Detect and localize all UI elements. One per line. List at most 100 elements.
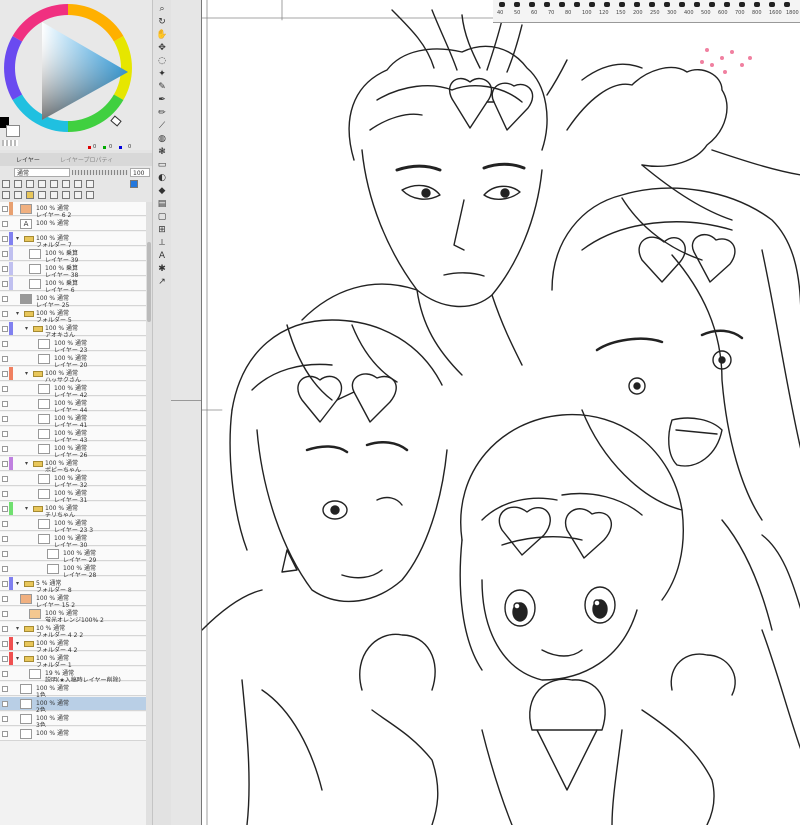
expand-arrow-icon[interactable]: ▾ — [25, 460, 28, 467]
text-icon[interactable]: A — [156, 250, 168, 262]
zoom-icon[interactable]: ⌕ — [156, 3, 168, 15]
color-wheel[interactable] — [0, 0, 152, 150]
ruler-number[interactable]: 80 — [565, 10, 571, 16]
ruler-number[interactable]: 700 — [735, 10, 745, 16]
expand-arrow-icon[interactable]: ▾ — [25, 325, 28, 332]
layer-folder-row[interactable]: ▾ 5 % 通常 フォルダー 8 — [0, 577, 146, 594]
visibility-icon[interactable] — [2, 730, 8, 737]
expand-arrow-icon[interactable]: ▾ — [16, 625, 19, 632]
ruler-number[interactable]: 100 — [582, 10, 592, 16]
visibility-icon[interactable] — [2, 670, 8, 677]
visibility-icon[interactable] — [2, 295, 8, 302]
layer-folder-row[interactable]: ▾ 100 % 通常 フォルダー 4 2 — [0, 637, 146, 654]
transparent-swatch[interactable] — [2, 140, 18, 146]
layer-row[interactable]: 100 % 通常 レイヤー 29 — [0, 547, 146, 564]
layer-row[interactable]: 100 % 通常 蛍光オレンジ100% 2 — [0, 607, 146, 624]
canvas-area[interactable] — [171, 0, 800, 825]
rotate-icon[interactable]: ↻ — [156, 16, 168, 28]
layer-row[interactable]: 100 % 通常 3色 — [0, 712, 146, 729]
ruler-number[interactable]: 300 — [667, 10, 677, 16]
eyedropper-icon[interactable]: ✎ — [156, 81, 168, 93]
layer-row[interactable]: 100 % 通常 レイヤー 20 — [0, 352, 146, 369]
expand-arrow-icon[interactable]: ▾ — [16, 580, 19, 587]
airbrush-icon[interactable]: ◍ — [156, 133, 168, 145]
visibility-icon[interactable] — [2, 430, 8, 437]
visibility-icon[interactable] — [2, 265, 8, 272]
apply-mask-icon[interactable] — [74, 191, 82, 199]
visibility-icon[interactable] — [2, 685, 8, 692]
blend-icon[interactable]: ◐ — [156, 172, 168, 184]
ruler-number[interactable]: 500 — [701, 10, 711, 16]
layer-row[interactable]: 100 % 通常 — [0, 727, 146, 741]
layer-row[interactable]: 100 % 通常 レイヤー 15 2 — [0, 592, 146, 609]
visibility-icon[interactable] — [2, 235, 8, 242]
layer-color-icon[interactable] — [74, 180, 82, 188]
visibility-icon[interactable] — [2, 610, 8, 617]
balloon-icon[interactable]: ✱ — [156, 263, 168, 275]
pencil-icon[interactable]: ✏ — [156, 107, 168, 119]
magic-wand-icon[interactable]: ✦ — [156, 68, 168, 80]
new-vector-icon[interactable] — [14, 191, 22, 199]
ruler-number[interactable]: 800 — [752, 10, 762, 16]
layer-folder-row[interactable]: ▾ 100 % 通常 ポピーちゃん — [0, 457, 146, 474]
layer-row[interactable]: 100 % 通常 2色 — [0, 697, 146, 714]
zoom-ruler[interactable]: 40 50 60 70 80 100 120 150 200 250 300 400 500 600 700… — [493, 0, 800, 23]
scrollbar-thumb[interactable] — [147, 242, 151, 322]
visibility-icon[interactable] — [2, 355, 8, 362]
delete-layer-icon[interactable] — [86, 191, 94, 199]
visibility-icon[interactable] — [2, 385, 8, 392]
layer-folder-row[interactable]: ▾ 100 % 通常 チリちゃん — [0, 502, 146, 519]
hand-icon[interactable]: ✋ — [156, 29, 168, 41]
duplicate-icon[interactable] — [50, 191, 58, 199]
shape-icon[interactable]: ▢ — [156, 211, 168, 223]
pen-icon[interactable]: ✒ — [156, 94, 168, 106]
visibility-icon[interactable] — [2, 520, 8, 527]
layer-row[interactable]: 100 % 通常 レイヤー 32 — [0, 472, 146, 489]
visibility-icon[interactable] — [2, 505, 8, 512]
ruler-icon[interactable]: ⟂ — [156, 237, 168, 249]
layer-row[interactable]: 100 % 通常 レイヤー 23 3 — [0, 517, 146, 534]
visibility-icon[interactable] — [2, 220, 8, 227]
layer-row[interactable]: A 100 % 通常 — [0, 217, 146, 231]
layer-row[interactable]: 100 % 通常 レイヤー 42 — [0, 382, 146, 399]
expand-arrow-icon[interactable]: ▾ — [16, 640, 19, 647]
layer-row[interactable]: 100 % 通常 レイヤー 31 — [0, 487, 146, 504]
visibility-icon[interactable] — [2, 625, 8, 632]
lock-alpha-icon[interactable] — [38, 180, 46, 188]
brush-icon[interactable]: ⟋ — [156, 120, 168, 132]
visibility-icon[interactable] — [2, 640, 8, 647]
layer-row[interactable]: 100 % 乗算 レイヤー 38 — [0, 262, 146, 279]
layer-row[interactable]: 100 % 乗算 レイヤー 6 — [0, 277, 146, 294]
layer-folder-row[interactable]: ▾ 10 % 通常 フォルダー 4 2 2 — [0, 622, 146, 639]
visibility-icon[interactable] — [2, 715, 8, 722]
visibility-icon[interactable] — [2, 250, 8, 257]
ruler-number[interactable]: 60 — [531, 10, 537, 16]
expand-arrow-icon[interactable]: ▾ — [16, 310, 19, 317]
opacity-slider[interactable] — [72, 170, 128, 175]
layer-folder-row[interactable]: ▾ 100 % 通常 ハッサクさん — [0, 367, 146, 384]
visibility-icon[interactable] — [2, 340, 8, 347]
ruler-number[interactable]: 1800 — [786, 10, 799, 16]
palette-color-icon[interactable] — [130, 180, 138, 188]
ruler-number[interactable]: 400 — [684, 10, 694, 16]
clip-icon[interactable] — [2, 180, 10, 188]
move-icon[interactable]: ✥ — [156, 42, 168, 54]
visibility-icon[interactable] — [2, 325, 8, 332]
tab-layer-property[interactable]: レイヤープロパティ — [60, 155, 113, 164]
canvas-paper[interactable] — [201, 0, 800, 825]
visibility-icon[interactable] — [2, 580, 8, 587]
layer-folder-row[interactable]: ▾ 100 % 通常 アオキさん — [0, 322, 146, 339]
layer-row[interactable]: 100 % 通常 レイヤー 23 — [0, 337, 146, 354]
visibility-icon[interactable] — [2, 475, 8, 482]
visibility-icon[interactable] — [2, 415, 8, 422]
merge-down-icon[interactable] — [38, 191, 46, 199]
layer-row[interactable]: 100 % 通常 レイヤー 43 — [0, 427, 146, 444]
fill-icon[interactable]: ◆ — [156, 185, 168, 197]
visibility-icon[interactable] — [2, 370, 8, 377]
ruler-number[interactable]: 50 — [514, 10, 520, 16]
ruler-number[interactable]: 40 — [497, 10, 503, 16]
lasso-icon[interactable]: ◌ — [156, 55, 168, 67]
new-folder-icon[interactable] — [26, 191, 34, 199]
visibility-icon[interactable] — [2, 700, 8, 707]
layer-row[interactable]: 19 % 通常 説明(★入稿時レイヤー削除) — [0, 667, 146, 684]
